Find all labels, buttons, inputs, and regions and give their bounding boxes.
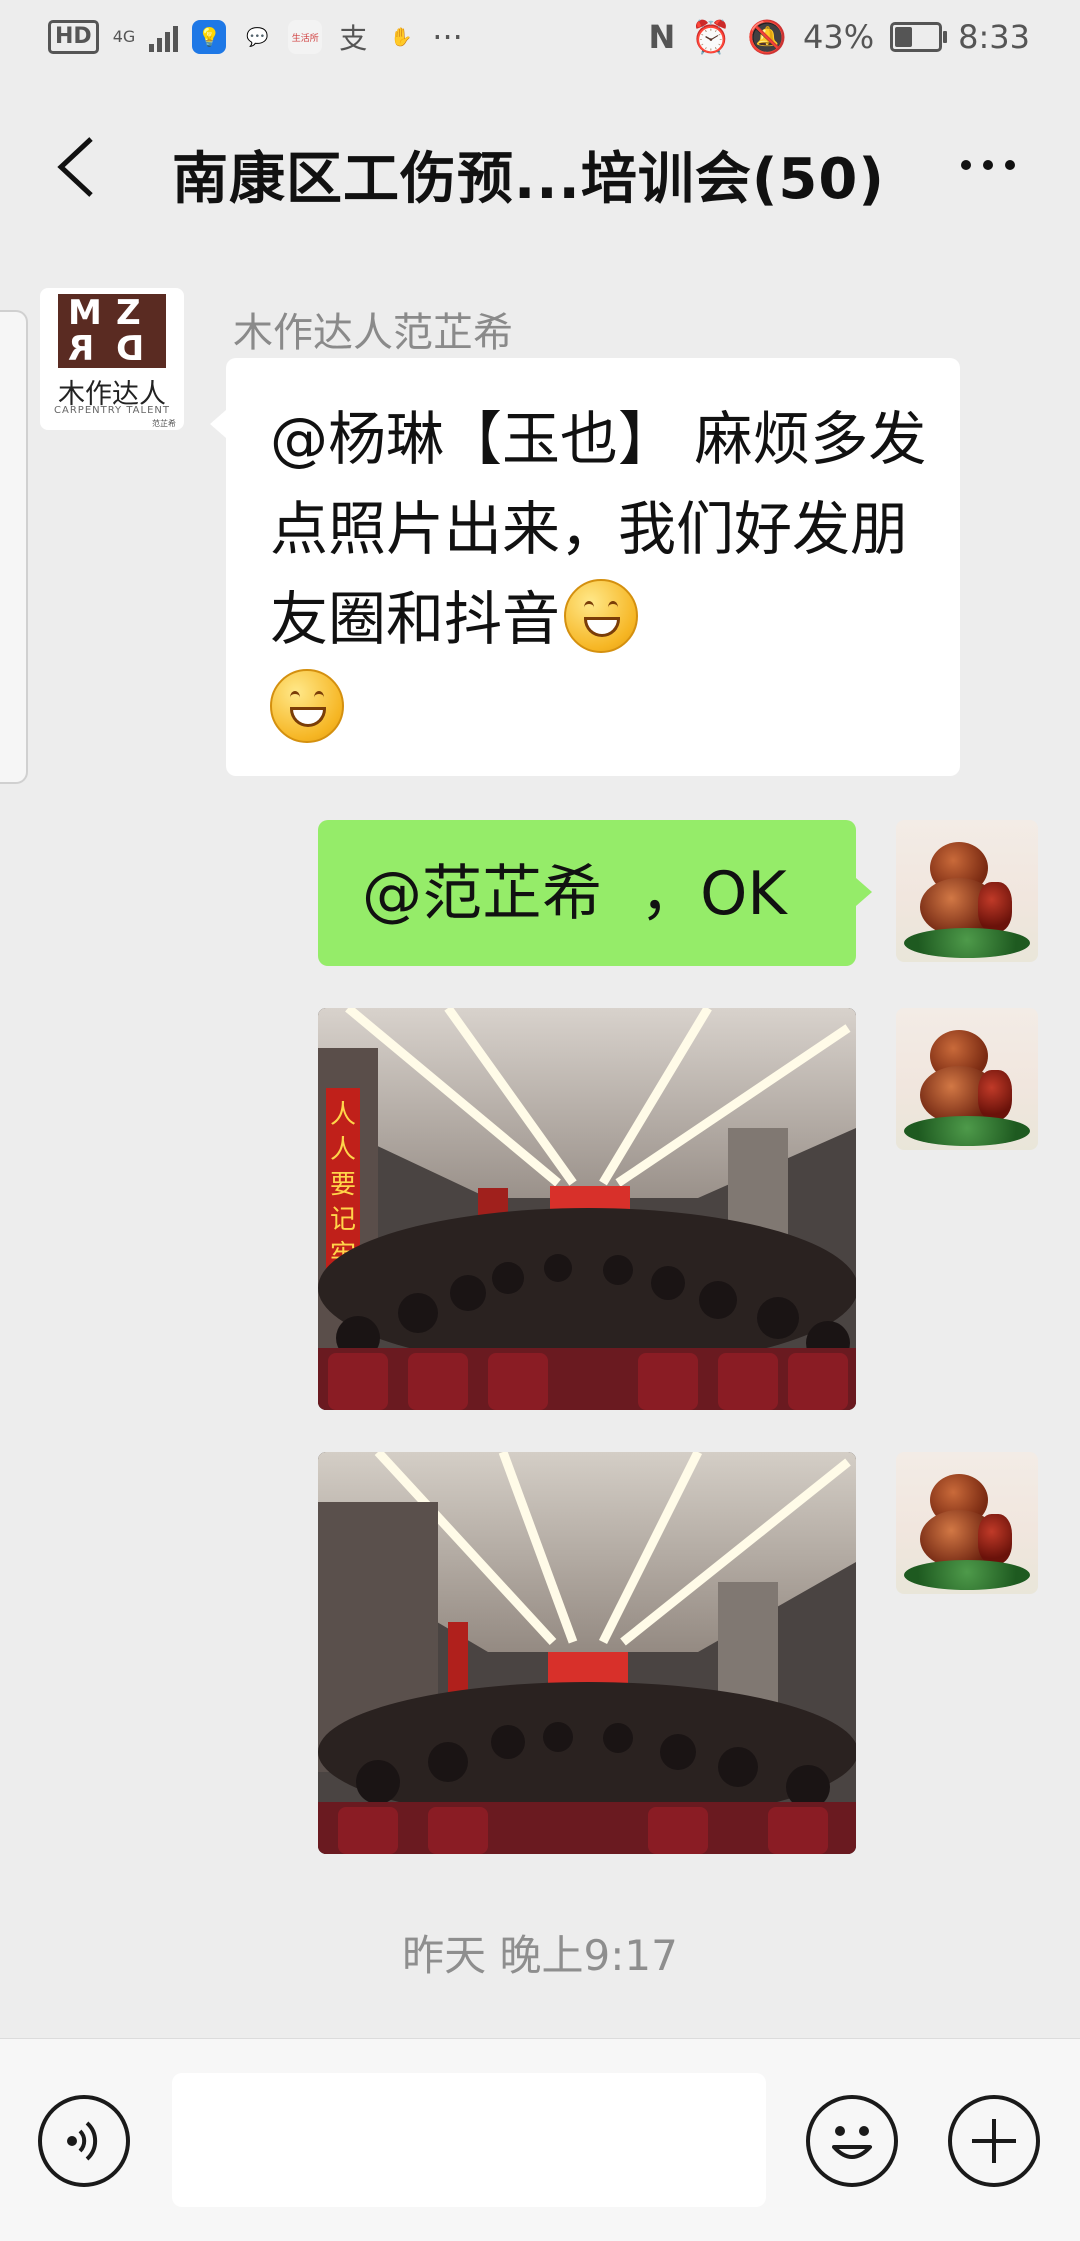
smiley-icon [832, 2126, 872, 2159]
alipay-icon: 支 [339, 22, 368, 55]
logo-subtext: CARPENTRY TALENT [54, 405, 170, 416]
more-functions-button[interactable] [948, 2095, 1040, 2187]
dot-icon [961, 160, 971, 170]
chat-app-icon: 💬 [246, 26, 269, 48]
message-bubble-outgoing[interactable]: @范芷希 ，OK [318, 820, 872, 966]
dot-icon [983, 160, 993, 170]
message-timestamp: 昨天 晚上9:17 [402, 1931, 678, 1980]
hand-app-icon: ✋ [390, 26, 413, 48]
input-bar [0, 2038, 1080, 2241]
lightbulb-app-icon: 💡 [192, 20, 227, 54]
emoji-button[interactable] [806, 2095, 898, 2187]
sender-avatar[interactable]: MZ RD 木作达人 CARPENTRY TALENT 范芷希 [40, 288, 184, 430]
network-type: 4G [112, 27, 136, 46]
banner-char-4: 记 [330, 1205, 356, 1235]
grinning-emoji-icon [270, 669, 344, 743]
self-avatar[interactable] [896, 1008, 1038, 1150]
banner-char-3: 要 [330, 1170, 356, 1200]
banner-char-1: 人 [330, 1100, 356, 1130]
hd-indicator: HD [48, 20, 99, 54]
chat-header: 南康区工伤预...培训会(50) [0, 80, 1080, 256]
voice-icon [67, 2121, 98, 2161]
self-avatar[interactable] [896, 820, 1038, 962]
battery-icon [890, 22, 948, 52]
banner-char-2: 人 [330, 1135, 356, 1165]
message-bubble-incoming[interactable]: @杨琳【玉也】 麻烦多发点照片出来，我们好发朋友圈和抖音 [210, 358, 960, 776]
mute-icon: 🔕 [747, 18, 788, 56]
alarm-icon: ⏰ [691, 18, 732, 56]
chevron-left-icon [57, 137, 93, 197]
self-avatar[interactable] [896, 1452, 1038, 1594]
message-text-container: @杨琳【玉也】 麻烦多发点照片出来，我们好发朋友圈和抖音 [270, 394, 930, 754]
message-input[interactable] [172, 2073, 766, 2207]
plus-icon [972, 2119, 1016, 2163]
voice-input-button[interactable] [38, 2095, 130, 2187]
more-options-button[interactable] [948, 140, 1028, 190]
battery-percent: 43% [803, 18, 875, 56]
status-bar: HD 4G 💡 💬 生活所 支 ✋ ··· N ⏰ 🔕 43% 8:33 [0, 0, 1080, 80]
logo-mark: MZ RD [58, 294, 166, 369]
grinning-emoji-icon [564, 579, 639, 653]
signal-icon [149, 22, 179, 52]
nfc-icon: N [648, 18, 676, 56]
dot-icon [1005, 160, 1015, 170]
life-app-icon: 生活所 [288, 20, 323, 54]
message-text: @范芷希 ，OK [362, 859, 787, 929]
photo-message[interactable]: 人 人 要 记 牢 [318, 1008, 856, 1410]
conference-photo-image: 人 人 要 记 牢 [318, 1008, 856, 1410]
more-notifications: ··· [432, 18, 463, 56]
conference-photo-image [318, 1452, 856, 1854]
logo-signature: 范芷希 [152, 419, 176, 428]
side-drawer-edge[interactable] [0, 310, 28, 784]
back-button[interactable] [40, 132, 110, 202]
sender-name: 木作达人范芷希 [233, 310, 513, 356]
photo-message[interactable] [318, 1452, 856, 1854]
chat-title: 南康区工伤预...培训会(50) [172, 147, 885, 212]
clock: 8:33 [958, 18, 1030, 56]
